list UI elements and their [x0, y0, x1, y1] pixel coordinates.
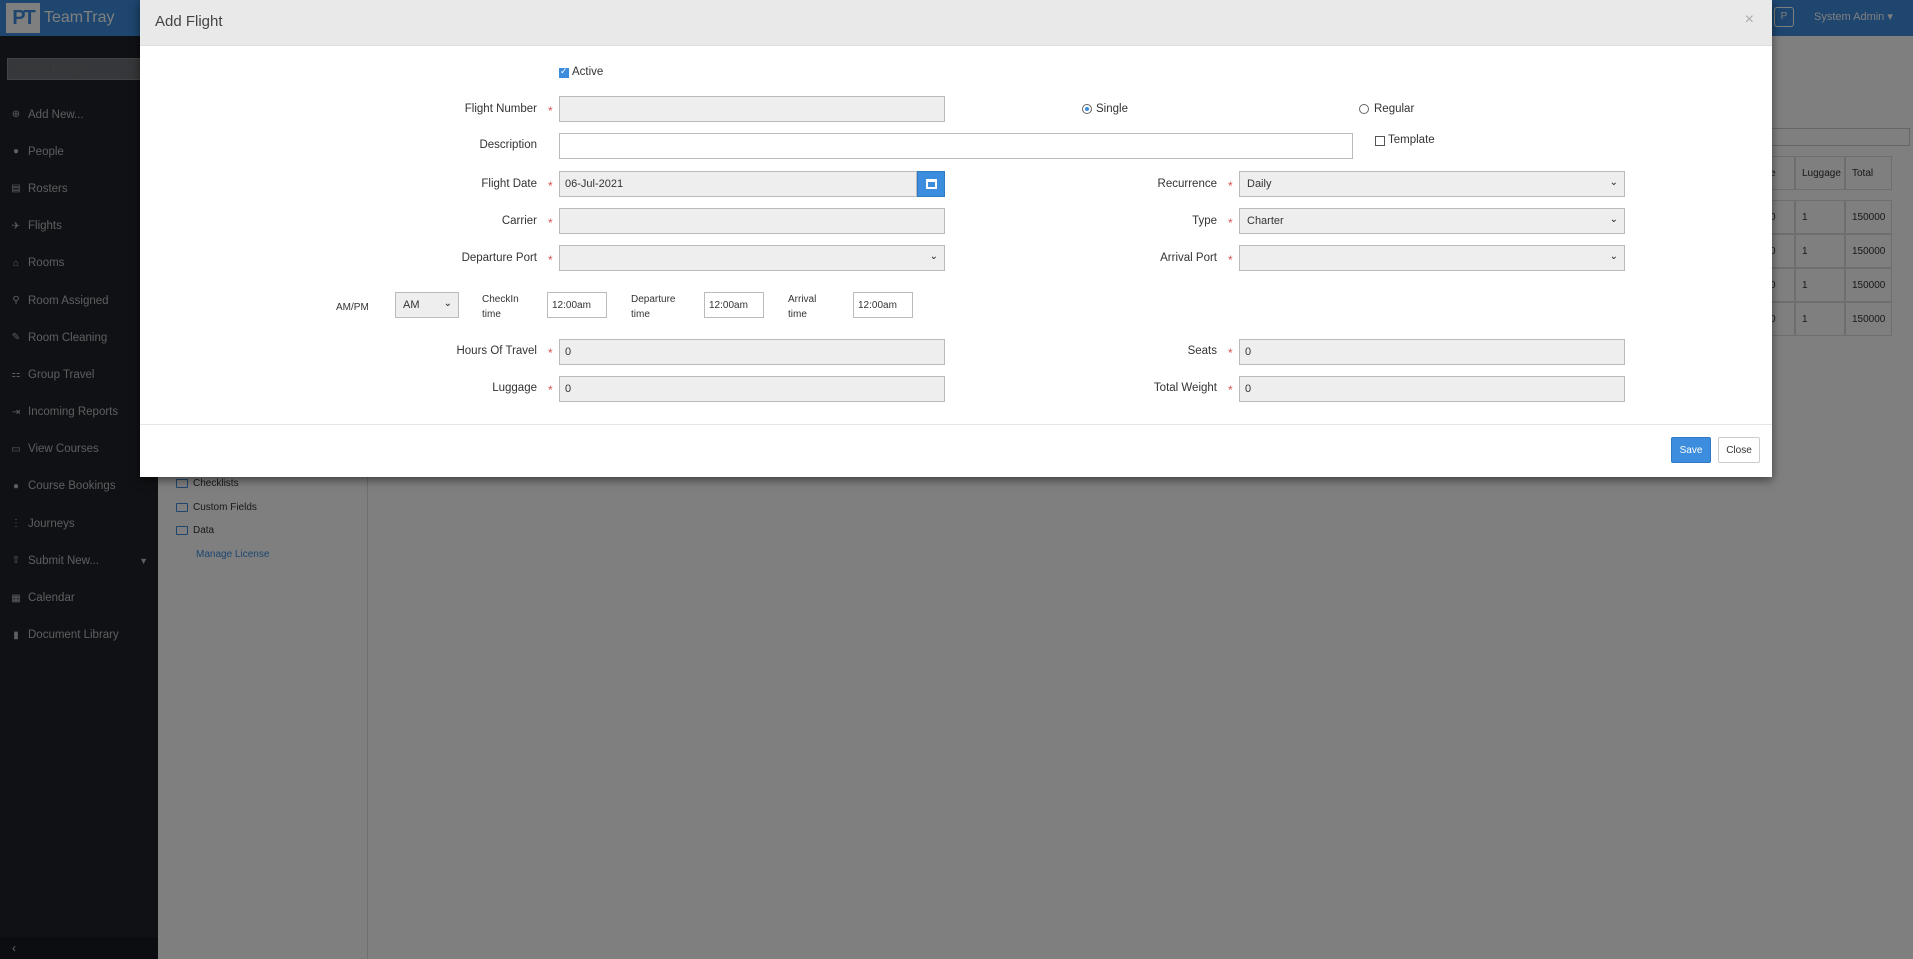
regular-label: Regular [1374, 103, 1415, 115]
single-label: Single [1096, 103, 1128, 115]
type-select[interactable]: Charter ⌄ [1239, 208, 1625, 234]
departure-port-select[interactable]: ⌄ [559, 245, 945, 271]
regular-radio[interactable] [1359, 104, 1369, 114]
chevron-down-icon: ⌄ [443, 298, 452, 309]
required-marker: * [1228, 179, 1233, 193]
recurrence-select[interactable]: Daily ⌄ [1239, 171, 1625, 197]
add-flight-modal: Add Flight × Active Flight Number * Sing… [140, 0, 1772, 477]
required-marker: * [1228, 346, 1233, 360]
required-marker: * [548, 346, 553, 360]
luggage-label: Luggage [492, 382, 537, 394]
chevron-down-icon: ⌄ [1609, 251, 1618, 262]
calendar-icon [925, 179, 937, 189]
template-checkbox[interactable] [1375, 136, 1385, 146]
calendar-button[interactable] [917, 171, 945, 197]
ampm-label: AM/PM [336, 302, 369, 313]
checkin-time-label: CheckIn time [482, 292, 519, 322]
active-checkbox[interactable] [559, 66, 569, 78]
single-radio[interactable] [1082, 104, 1092, 114]
ampm-value: AM [403, 299, 420, 311]
hours-of-travel-input[interactable] [559, 339, 945, 365]
active-label: Active [572, 66, 604, 78]
total-weight-input[interactable] [1239, 376, 1625, 402]
arrival-time-label: Arrival time [788, 292, 816, 322]
luggage-input[interactable] [559, 376, 945, 402]
required-marker: * [548, 104, 553, 118]
departure-port-label: Departure Port [461, 252, 537, 264]
required-marker: * [1228, 383, 1233, 397]
chevron-down-icon: ⌄ [1609, 214, 1618, 225]
arrival-port-select[interactable]: ⌄ [1239, 245, 1625, 271]
checkin-label-line: time [482, 309, 501, 320]
departure-time-label: Departure time [631, 292, 675, 322]
modal-footer: Save Close [140, 424, 1772, 477]
description-textarea[interactable] [559, 133, 1353, 159]
template-label: Template [1388, 134, 1435, 146]
close-icon[interactable]: × [1745, 11, 1754, 29]
checkin-label-line: CheckIn [482, 294, 519, 305]
required-marker: * [1228, 253, 1233, 267]
total-weight-label: Total Weight [1153, 382, 1217, 394]
arrival-label-line: Arrival [788, 294, 817, 305]
carrier-label: Carrier [501, 215, 537, 227]
flight-date-input[interactable] [559, 171, 917, 197]
chevron-down-icon: ⌄ [1609, 177, 1618, 188]
departure-time-input[interactable]: 12:00am [704, 292, 764, 318]
chevron-down-icon: ⌄ [929, 251, 938, 262]
checkin-time-input[interactable]: 12:00am [547, 292, 607, 318]
departure-label-line: time [631, 309, 650, 320]
flight-date-label: Flight Date [481, 178, 537, 190]
departure-label-line: Departure [631, 294, 676, 305]
required-marker: * [548, 179, 553, 193]
required-marker: * [548, 216, 553, 230]
description-label: Description [479, 139, 537, 151]
recurrence-value: Daily [1247, 178, 1272, 190]
required-marker: * [548, 253, 553, 267]
seats-label: Seats [1187, 345, 1217, 357]
save-button[interactable]: Save [1671, 437, 1711, 463]
arrival-time-input[interactable]: 12:00am [853, 292, 913, 318]
hours-of-travel-label: Hours Of Travel [456, 345, 537, 357]
type-value: Charter [1247, 215, 1284, 227]
modal-title: Add Flight [155, 13, 223, 30]
required-marker: * [1228, 216, 1233, 230]
required-marker: * [548, 383, 553, 397]
close-button[interactable]: Close [1718, 437, 1760, 463]
arrival-label-line: time [788, 309, 807, 320]
recurrence-label: Recurrence [1157, 178, 1217, 190]
carrier-input[interactable] [559, 208, 945, 234]
flight-number-input[interactable] [559, 96, 945, 122]
modal-header: Add Flight × [140, 0, 1772, 46]
arrival-port-label: Arrival Port [1160, 252, 1217, 264]
ampm-select[interactable]: AM ⌄ [395, 292, 459, 318]
flight-number-label: Flight Number [464, 103, 537, 115]
type-label: Type [1192, 215, 1217, 227]
seats-input[interactable] [1239, 339, 1625, 365]
